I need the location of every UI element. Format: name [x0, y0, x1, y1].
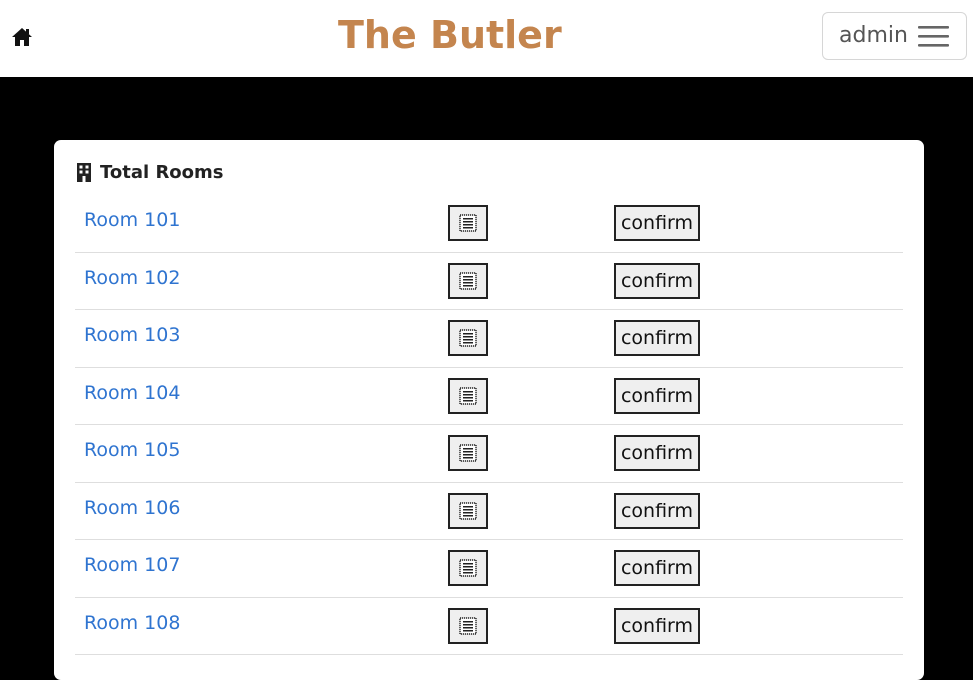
- confirm-button[interactable]: confirm: [614, 262, 700, 299]
- confirm-button[interactable]: confirm: [614, 435, 700, 471]
- document-icon: [459, 271, 477, 290]
- document-icon: [459, 386, 477, 405]
- details-button[interactable]: [448, 435, 488, 471]
- document-icon: [459, 501, 477, 520]
- details-button[interactable]: [448, 320, 488, 356]
- details-button[interactable]: [448, 607, 488, 644]
- rooms-card: Total Rooms Room 101 confirm Room 102 co…: [54, 140, 924, 680]
- room-row: Room 105 confirm: [75, 425, 903, 483]
- card-title-label: Total Rooms: [100, 162, 224, 183]
- room-row: Room 104 confirm: [75, 368, 903, 425]
- username-label: admin: [839, 23, 908, 48]
- document-icon: [459, 559, 477, 577]
- room-link[interactable]: Room 107: [84, 554, 180, 576]
- details-button[interactable]: [448, 262, 488, 299]
- document-icon: [459, 214, 477, 232]
- hamburger-icon: [917, 26, 949, 47]
- room-link[interactable]: Room 104: [84, 382, 180, 404]
- room-link[interactable]: Room 101: [84, 209, 180, 231]
- room-link[interactable]: Room 106: [84, 497, 180, 519]
- details-button[interactable]: [448, 492, 488, 529]
- room-list: Room 101 confirm Room 102 confirm Room 1…: [75, 195, 903, 655]
- brand-title[interactable]: The Butler: [338, 10, 562, 60]
- confirm-button[interactable]: confirm: [614, 550, 700, 586]
- confirm-button[interactable]: confirm: [614, 492, 700, 529]
- room-link[interactable]: Room 108: [84, 612, 180, 634]
- room-row: Room 102 confirm: [75, 253, 903, 310]
- document-icon: [459, 329, 477, 347]
- room-link[interactable]: Room 103: [84, 324, 180, 346]
- room-row: Room 103 confirm: [75, 310, 903, 368]
- document-icon: [459, 616, 477, 635]
- room-row: Room 101 confirm: [75, 195, 903, 253]
- building-icon: [77, 163, 91, 182]
- card-title: Total Rooms: [76, 162, 224, 183]
- navbar: The Butler admin: [0, 0, 973, 77]
- document-icon: [459, 444, 477, 462]
- details-button[interactable]: [448, 550, 488, 586]
- confirm-button[interactable]: confirm: [614, 607, 700, 644]
- room-link[interactable]: Room 105: [84, 439, 180, 461]
- confirm-button[interactable]: confirm: [614, 205, 700, 241]
- confirm-button[interactable]: confirm: [614, 320, 700, 356]
- home-icon[interactable]: [11, 26, 33, 48]
- room-row: Room 108 confirm: [75, 598, 903, 655]
- details-button[interactable]: [448, 377, 488, 414]
- room-link[interactable]: Room 102: [84, 267, 180, 289]
- user-menu-toggle[interactable]: admin: [822, 12, 967, 60]
- details-button[interactable]: [448, 205, 488, 241]
- room-row: Room 107 confirm: [75, 540, 903, 598]
- confirm-button[interactable]: confirm: [614, 377, 700, 414]
- room-row: Room 106 confirm: [75, 483, 903, 540]
